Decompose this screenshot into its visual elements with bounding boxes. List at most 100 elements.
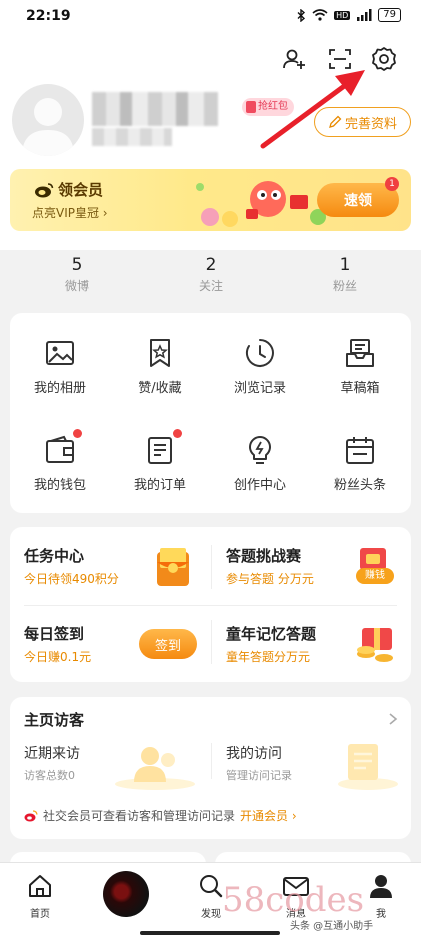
open-membership-link[interactable]: 开通会员 › <box>240 807 297 824</box>
history-clock-icon <box>244 337 276 369</box>
task-title: 任务中心 <box>24 547 85 565</box>
grid-label: 创作中心 <box>233 478 286 493</box>
order-list-icon <box>144 429 182 466</box>
discover-search-icon <box>200 875 223 898</box>
grid-label: 赞/收藏 <box>138 381 182 396</box>
grid-label: 我的订单 <box>133 478 186 493</box>
stat-label: 微博 <box>64 279 89 293</box>
money-envelope-icon: 赚钱 <box>354 546 396 588</box>
task-childhood-quiz[interactable]: 童年记忆答题 童年答题分万元 <box>226 623 316 665</box>
stat-count: 2 <box>205 255 217 275</box>
tasks-divider <box>211 620 212 664</box>
task-quiz[interactable]: 答题挑战赛 参与答题 分万元 <box>226 545 314 587</box>
nav-home[interactable]: 首页 <box>10 873 70 920</box>
drafts-tray-icon <box>344 337 376 369</box>
username-blurred[interactable] <box>92 92 218 126</box>
vip-title: 领会员 <box>34 179 103 200</box>
user-info-blurred <box>92 128 172 146</box>
grid-label: 我的相册 <box>33 381 86 396</box>
battery-icon: 79 <box>378 8 401 22</box>
watermark-small: 头条 @互通小助手 <box>290 917 374 932</box>
home-indicator <box>140 931 280 935</box>
checkin-button[interactable]: 签到 <box>139 629 197 659</box>
nav-label: 首页 <box>30 909 50 920</box>
task-sub: 今日赚0.1元 <box>24 650 92 664</box>
task-sub: 今日待领490积分 <box>24 572 119 586</box>
stat-label: 关注 <box>198 279 223 293</box>
recent-visitors[interactable]: 近期来访 访客总数0 <box>24 743 80 783</box>
grid-item-orders[interactable]: 我的订单 <box>110 429 210 493</box>
task-title: 答题挑战赛 <box>226 547 302 565</box>
grid-label: 草稿箱 <box>340 381 380 396</box>
status-icons: HD 79 <box>297 8 401 22</box>
visitors-divider <box>211 743 212 779</box>
grid-item-album[interactable]: 我的相册 <box>10 337 110 396</box>
quiz-earn-badge: 赚钱 <box>356 568 394 584</box>
vip-subtitle[interactable]: 点亮VIP皇冠 › <box>32 204 108 221</box>
notification-dot <box>73 429 82 438</box>
redpack-badge[interactable]: 抢红包 <box>242 98 294 116</box>
weibo-logo-icon <box>24 809 38 821</box>
grid-item-fans-headline[interactable]: 粉丝头条 <box>310 434 410 493</box>
grid-label: 我的钱包 <box>33 478 86 493</box>
stat-count: 1 <box>339 255 351 275</box>
my-visits[interactable]: 我的访问 管理访问记录 <box>226 743 292 783</box>
task-checkin: 每日签到 今日赚0.1元 <box>24 623 91 665</box>
calendar-icon <box>344 434 376 466</box>
task-title: 童年记忆答题 <box>226 625 317 643</box>
visitors-illustration <box>115 747 195 790</box>
avatar[interactable] <box>12 84 84 156</box>
vip-mascot-illustration <box>196 181 326 227</box>
stat-fans[interactable]: 1 粉丝 <box>275 254 415 296</box>
records-illustration <box>338 744 398 790</box>
visit-title: 近期来访 <box>24 746 80 762</box>
wifi-icon <box>312 9 328 21</box>
task-sub: 童年答题分万元 <box>226 650 311 664</box>
visitors-title: 主页访客 <box>24 711 85 729</box>
stat-label: 粉丝 <box>332 279 357 293</box>
visitors-promo[interactable]: 社交会员可查看访客和管理访问记录 开通会员 › <box>24 807 397 824</box>
bluetooth-icon <box>297 8 306 22</box>
signal-icon <box>357 9 372 21</box>
profile-person-icon <box>370 875 392 898</box>
tasks-divider <box>24 605 397 606</box>
video-avatar-icon[interactable] <box>103 871 149 917</box>
grid-item-creation[interactable]: 创作中心 <box>210 434 310 493</box>
home-icon <box>29 875 51 897</box>
pencil-icon <box>329 115 342 128</box>
vip-badge-count: 1 <box>385 177 399 191</box>
stat-count: 5 <box>71 255 83 275</box>
status-time: 22:19 <box>26 8 71 24</box>
weibo-logo-icon <box>35 182 54 197</box>
creation-bulb-icon <box>244 434 276 466</box>
tasks-divider <box>211 545 212 589</box>
red-envelope-icon <box>157 548 189 586</box>
stat-following[interactable]: 2 关注 <box>141 254 281 296</box>
watermark-big: 58codes <box>222 880 365 920</box>
grid-item-wallet[interactable]: 我的钱包 <box>10 429 110 493</box>
edit-profile-button[interactable]: 完善资料 <box>314 107 411 137</box>
grid-item-history[interactable]: 浏览记录 <box>210 337 310 396</box>
photo-album-icon <box>44 337 76 369</box>
vip-banner[interactable]: 领会员 点亮VIP皇冠 › 速领 1 <box>10 169 411 231</box>
visit-sub: 管理访问记录 <box>226 769 292 782</box>
bookmark-icon <box>144 337 176 369</box>
task-title: 每日签到 <box>24 625 85 643</box>
grid-label: 粉丝头条 <box>333 478 386 493</box>
visit-sub: 访客总数0 <box>24 769 75 782</box>
gift-coins-icon <box>357 628 393 662</box>
edit-profile-label: 完善资料 <box>344 116 397 132</box>
wallet-icon <box>44 429 82 466</box>
visitors-promo-text: 社交会员可查看访客和管理访问记录 <box>43 809 236 823</box>
task-center[interactable]: 任务中心 今日待领490积分 <box>24 545 119 587</box>
task-sub: 参与答题 分万元 <box>226 572 314 586</box>
visit-title: 我的访问 <box>226 746 282 762</box>
chevron-right-icon[interactable] <box>388 712 398 726</box>
notification-dot <box>173 429 182 438</box>
stat-weibo[interactable]: 5 微博 <box>7 254 147 296</box>
hd-icon: HD <box>334 10 351 20</box>
grid-item-likes[interactable]: 赞/收藏 <box>110 337 210 396</box>
vip-title-text: 领会员 <box>58 181 104 199</box>
grid-item-drafts[interactable]: 草稿箱 <box>310 337 410 396</box>
grid-label: 浏览记录 <box>233 381 286 396</box>
